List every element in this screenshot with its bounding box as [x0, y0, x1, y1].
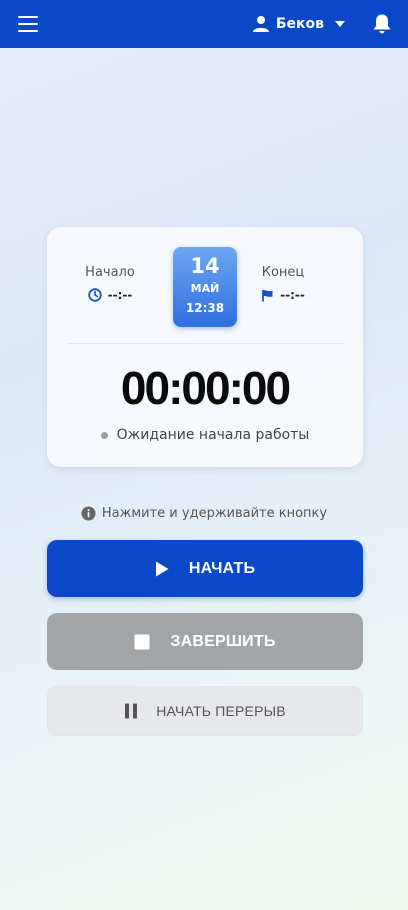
status-row: Ожидание начала работы — [47, 427, 363, 443]
play-icon — [155, 561, 169, 577]
caret-down-icon — [335, 21, 345, 27]
card-divider — [67, 343, 343, 344]
end-label: Конец — [261, 265, 305, 280]
start-value-row: --:-- — [80, 288, 140, 302]
start-button-label: НАЧАТЬ — [188, 559, 256, 577]
bell-icon — [373, 14, 391, 34]
app-header: Беков — [0, 0, 408, 48]
date-day: 14 — [190, 254, 220, 278]
menu-icon[interactable] — [18, 16, 38, 32]
info-icon — [81, 506, 96, 521]
elapsed-timer: 00:00:00 — [120, 362, 291, 414]
finish-button[interactable]: ЗАВЕРШИТЬ — [47, 613, 363, 670]
hold-hint: Нажмите и удерживайте кнопку — [0, 506, 408, 521]
user-menu[interactable]: Беков — [252, 15, 346, 33]
start-time-block: Начало --:-- — [80, 265, 140, 302]
date-time: 12:38 — [185, 301, 225, 315]
date-badge: 14 МАЙ 12:38 — [173, 247, 237, 327]
end-value: --:-- — [280, 288, 305, 302]
end-time-block: Конец --:-- — [253, 265, 313, 302]
flag-icon — [262, 289, 273, 301]
notifications-button[interactable] — [372, 13, 392, 35]
user-name: Беков — [275, 16, 324, 32]
start-value: --:-- — [107, 288, 133, 302]
start-label: Начало — [85, 265, 135, 280]
user-icon — [252, 16, 269, 32]
status-text: Ожидание начала работы — [116, 427, 310, 443]
start-break-button[interactable]: НАЧАТЬ ПЕРЕРЫВ — [47, 686, 363, 736]
status-dot-icon — [100, 431, 108, 439]
start-break-button-label: НАЧАТЬ ПЕРЕРЫВ — [156, 703, 286, 719]
finish-button-label: ЗАВЕРШИТЬ — [170, 632, 276, 650]
start-button[interactable]: НАЧАТЬ — [47, 540, 363, 597]
pause-icon — [124, 703, 138, 719]
end-value-row: --:-- — [253, 288, 313, 302]
work-session-card: Начало --:-- 14 МАЙ 12:38 Конец --:-- 00… — [47, 227, 363, 467]
hint-text: Нажмите и удерживайте кнопку — [101, 506, 328, 521]
clock-icon — [87, 288, 102, 302]
stop-icon — [134, 634, 150, 650]
date-month: МАЙ — [190, 282, 220, 295]
